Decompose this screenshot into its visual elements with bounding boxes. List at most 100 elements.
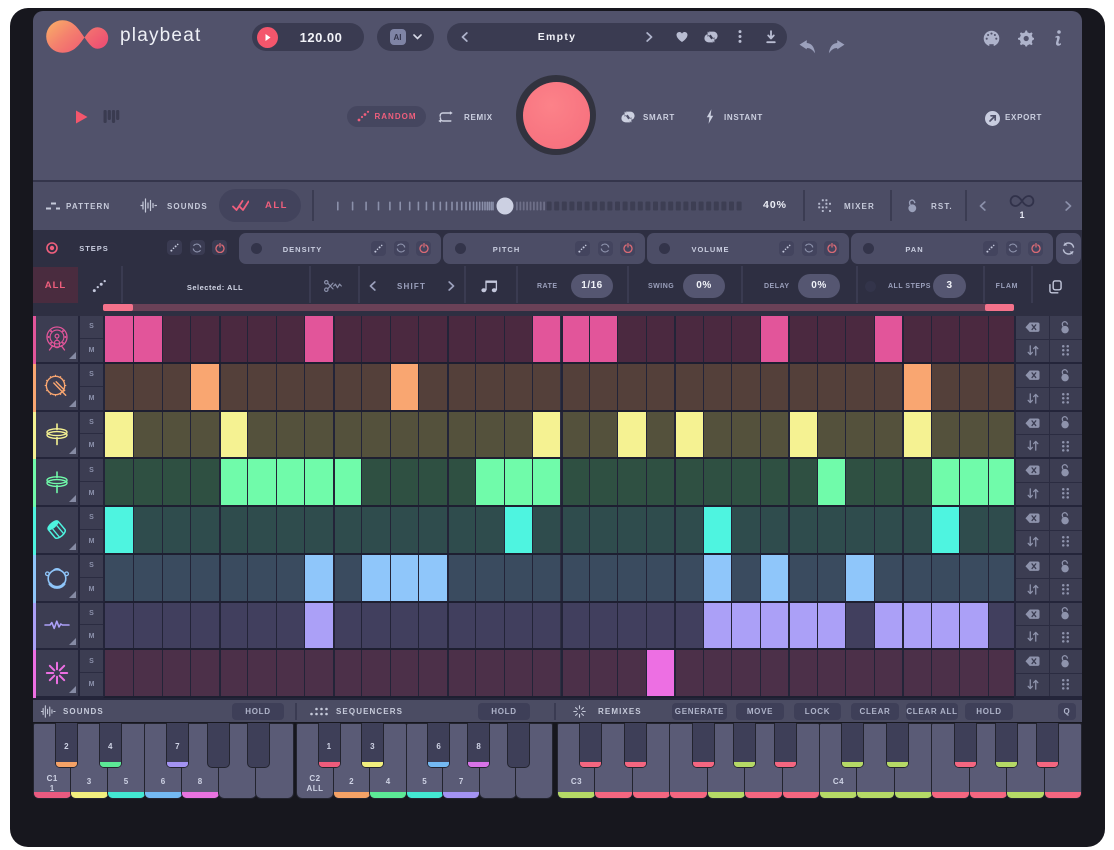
track-lock-button[interactable] (1049, 650, 1082, 673)
step-cell-hihat-closed-16[interactable] (532, 412, 560, 458)
pattern-prev-button[interactable] (979, 201, 986, 211)
step-cell-hihat-closed-28[interactable] (874, 412, 902, 458)
swing-value[interactable]: 0% (683, 274, 725, 298)
step-cell-hihat-closed-19[interactable] (617, 412, 645, 458)
step-cell-shaker-8[interactable] (304, 507, 332, 553)
step-cell-synth-5[interactable] (219, 603, 247, 649)
step-cell-tom-16[interactable] (532, 555, 560, 601)
track-swap-button[interactable] (1016, 578, 1049, 601)
step-cell-snare-20[interactable] (646, 364, 674, 410)
step-cell-snare-7[interactable] (276, 364, 304, 410)
step-cell-snare-32[interactable] (988, 364, 1016, 410)
step-cell-hihat-closed-32[interactable] (988, 412, 1016, 458)
shuffle-icon[interactable] (703, 31, 719, 43)
tab-pitch[interactable]: PITCH (443, 233, 645, 264)
step-cell-perc-8[interactable] (304, 650, 332, 696)
step-cell-hihat-open-7[interactable] (276, 459, 304, 505)
track-drag-handle[interactable] (1049, 625, 1082, 648)
export-label[interactable]: EXPORT (1005, 113, 1042, 122)
step-cell-shaker-4[interactable] (190, 507, 218, 553)
step-cell-synth-8[interactable] (304, 603, 332, 649)
step-cell-shaker-7[interactable] (276, 507, 304, 553)
step-cell-shaker-13[interactable] (447, 507, 475, 553)
key-G#4[interactable] (995, 723, 1018, 768)
cycle-params-button[interactable] (1056, 233, 1081, 264)
track-lock-button[interactable] (1049, 555, 1082, 578)
track-lock-button[interactable] (1049, 603, 1082, 626)
step-cell-snare-21[interactable] (674, 364, 702, 410)
step-cell-tom-20[interactable] (646, 555, 674, 601)
step-cell-kick-32[interactable] (988, 316, 1016, 362)
step-cell-kick-15[interactable] (504, 316, 532, 362)
step-cell-perc-7[interactable] (276, 650, 304, 696)
solo-button-synth[interactable]: S (80, 603, 103, 626)
step-cell-tom-9[interactable] (333, 555, 361, 601)
step-cell-snare-25[interactable] (788, 364, 816, 410)
step-cell-snare-12[interactable] (418, 364, 446, 410)
tab-volume-power-button[interactable] (824, 241, 839, 256)
step-cell-tom-28[interactable] (874, 555, 902, 601)
step-cell-tom-29[interactable] (902, 555, 930, 601)
step-cell-hihat-open-20[interactable] (646, 459, 674, 505)
step-cell-tom-7[interactable] (276, 555, 304, 601)
track-lock-button[interactable] (1049, 459, 1082, 482)
step-cell-perc-22[interactable] (703, 650, 731, 696)
step-cell-hihat-open-15[interactable] (504, 459, 532, 505)
clear-button[interactable]: CLEAR (851, 703, 899, 720)
instant-label[interactable]: INSTANT (724, 113, 763, 122)
step-cell-synth-24[interactable] (760, 603, 788, 649)
step-cell-synth-7[interactable] (276, 603, 304, 649)
track-swap-button[interactable] (1016, 434, 1049, 457)
solo-button-tom[interactable]: S (80, 555, 103, 578)
mute-button-tom[interactable]: M (80, 578, 103, 601)
track-drag-handle[interactable] (1049, 530, 1082, 553)
step-cell-synth-32[interactable] (988, 603, 1016, 649)
step-cell-hihat-open-16[interactable] (532, 459, 560, 505)
ai-menu-button[interactable]: AI (377, 23, 434, 51)
step-cell-hihat-open-6[interactable] (247, 459, 275, 505)
step-cell-kick-27[interactable] (845, 316, 873, 362)
tab-pan-power-button[interactable] (1028, 241, 1043, 256)
step-cell-shaker-21[interactable] (674, 507, 702, 553)
step-cell-hihat-open-19[interactable] (617, 459, 645, 505)
step-cell-shaker-18[interactable] (589, 507, 617, 553)
step-cell-synth-23[interactable] (731, 603, 759, 649)
step-cell-kick-19[interactable] (617, 316, 645, 362)
smart-label[interactable]: SMART (643, 113, 675, 122)
step-cell-kick-16[interactable] (532, 316, 560, 362)
step-cell-kick-14[interactable] (475, 316, 503, 362)
step-cell-synth-26[interactable] (817, 603, 845, 649)
step-cell-kick-23[interactable] (731, 316, 759, 362)
step-cell-hihat-closed-24[interactable] (760, 412, 788, 458)
shift-left-button[interactable] (369, 281, 376, 291)
step-cell-snare-26[interactable] (817, 364, 845, 410)
step-cell-snare-10[interactable] (361, 364, 389, 410)
sequencers-label[interactable]: SEQUENCERS (336, 707, 403, 716)
step-cell-tom-32[interactable] (988, 555, 1016, 601)
step-cell-synth-25[interactable] (788, 603, 816, 649)
loop-end-handle[interactable] (985, 304, 1014, 311)
step-cell-snare-31[interactable] (959, 364, 987, 410)
step-cell-kick-24[interactable] (760, 316, 788, 362)
step-cell-synth-17[interactable] (561, 603, 589, 649)
key-G#3[interactable] (733, 723, 756, 768)
step-cell-synth-20[interactable] (646, 603, 674, 649)
step-cell-kick-22[interactable] (703, 316, 731, 362)
step-cell-tom-17[interactable] (561, 555, 589, 601)
step-cell-hihat-open-32[interactable] (988, 459, 1016, 505)
step-cell-kick-17[interactable] (561, 316, 589, 362)
key-G#2[interactable]: 8 (467, 723, 490, 768)
shift-right-button[interactable] (448, 281, 455, 291)
toolbar-all-tab[interactable]: ALL (33, 267, 78, 303)
step-cell-perc-5[interactable] (219, 650, 247, 696)
step-cell-kick-7[interactable] (276, 316, 304, 362)
step-cell-tom-2[interactable] (133, 555, 161, 601)
track-icon-cell-hihat-closed[interactable] (36, 412, 78, 460)
key-D#3[interactable] (624, 723, 647, 768)
playhead-position[interactable] (103, 304, 133, 311)
step-cell-snare-3[interactable] (162, 364, 190, 410)
track-drag-handle[interactable] (1049, 578, 1082, 601)
gear-icon[interactable] (1017, 30, 1034, 47)
track-icon-cell-synth[interactable] (36, 603, 78, 651)
step-cell-shaker-31[interactable] (959, 507, 987, 553)
